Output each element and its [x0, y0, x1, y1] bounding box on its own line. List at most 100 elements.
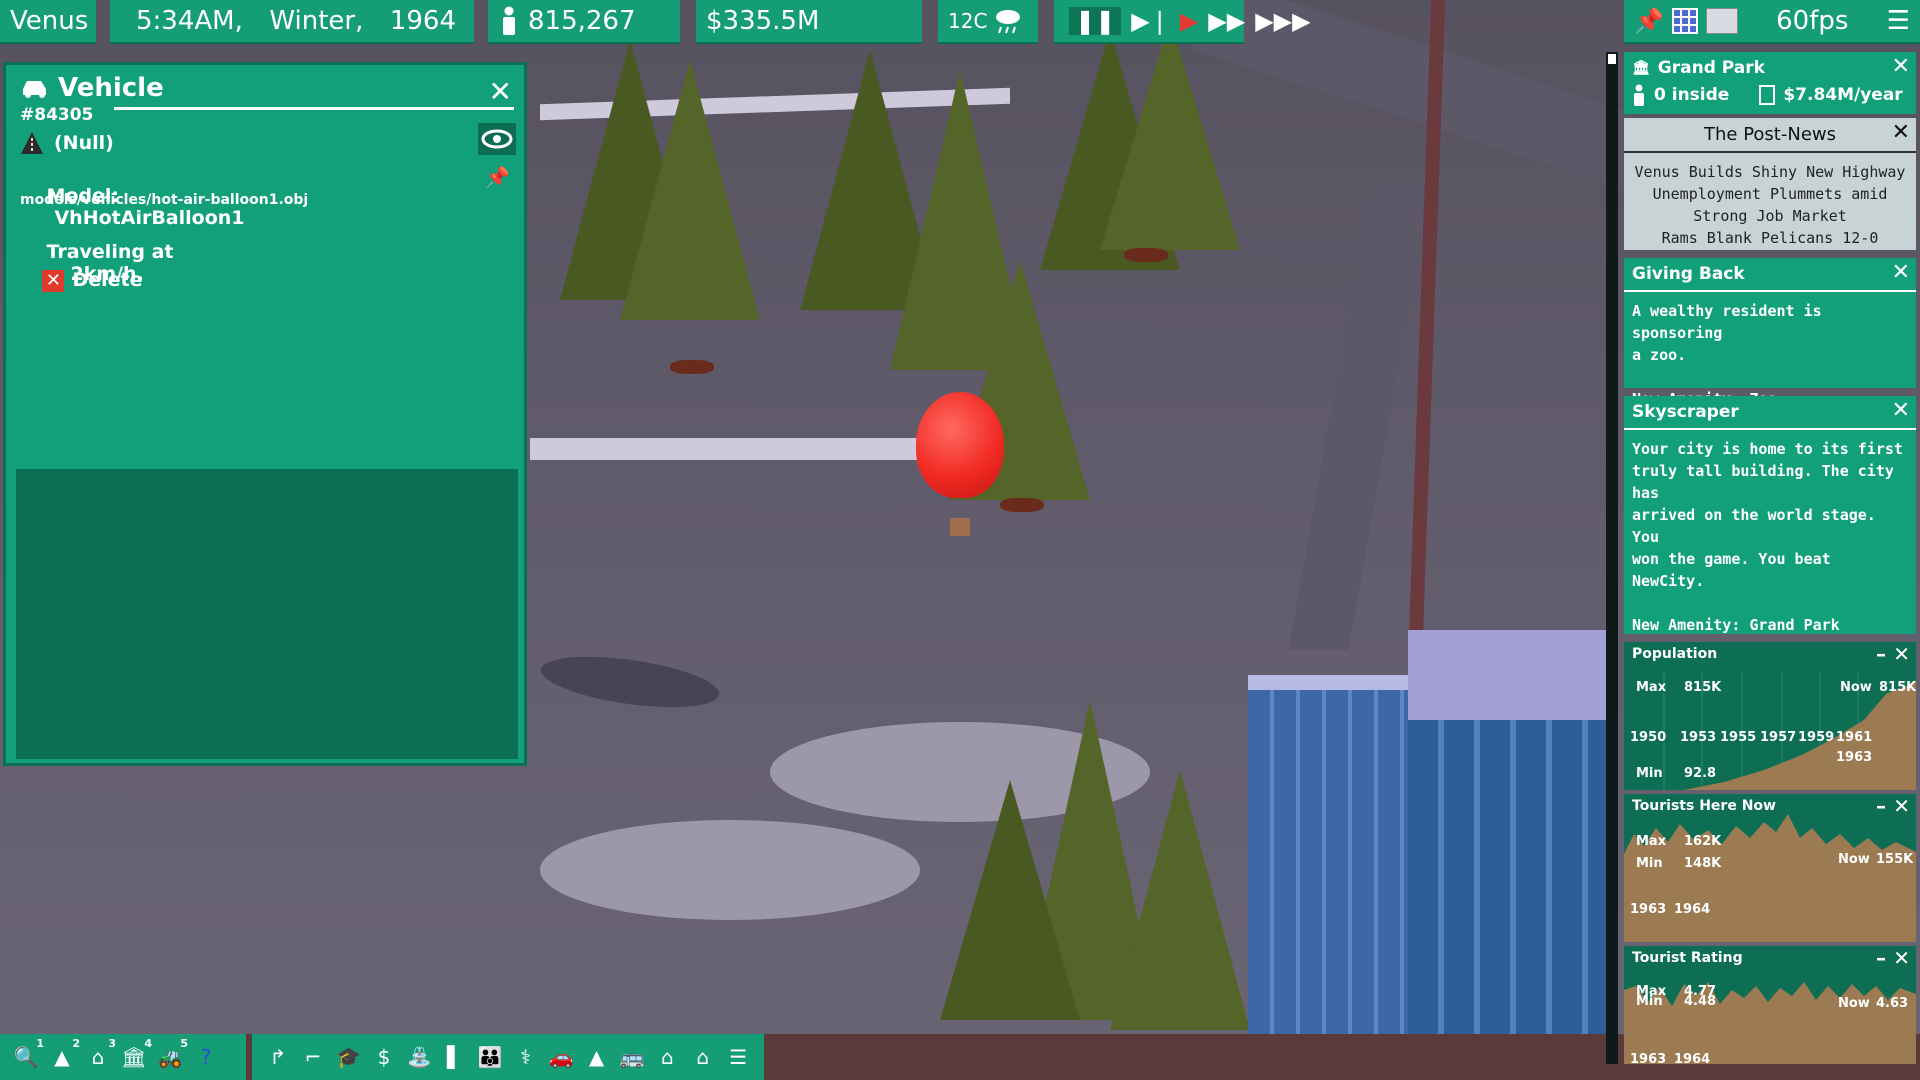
- population-min: 92.8: [1684, 766, 1717, 781]
- home-icon[interactable]: ⌂: [654, 1043, 681, 1071]
- plaza: [540, 820, 920, 920]
- health-icon[interactable]: ⚕: [512, 1043, 539, 1071]
- temperature-text: 12C: [948, 9, 988, 33]
- close-icon[interactable]: ✕: [1892, 54, 1910, 79]
- giving-back-panel: Giving Back ✕ A wealthy resident is spon…: [1624, 258, 1916, 408]
- government-icon[interactable]: 🏛 4: [120, 1037, 152, 1071]
- giving-back-header: Giving Back ✕: [1624, 258, 1916, 292]
- giving-back-title: Giving Back: [1632, 264, 1745, 284]
- traffic-icon[interactable]: ▲: [583, 1043, 610, 1071]
- fastest-icon[interactable]: ▶▶▶: [1255, 7, 1310, 35]
- search-icon[interactable]: 🔍 1: [12, 1037, 44, 1071]
- population-chart: [1624, 672, 1916, 790]
- population-box[interactable]: 815,267: [488, 0, 680, 44]
- time-text: 5:34AM,: [136, 6, 243, 36]
- menu-icon[interactable]: ☰: [1887, 6, 1910, 36]
- building[interactable]: [1248, 690, 1408, 1080]
- minimize-icon[interactable]: –: [1876, 946, 1886, 970]
- hot-air-balloon[interactable]: [916, 392, 1004, 498]
- phone-icon: [1759, 85, 1776, 105]
- balloon-basket: [950, 518, 970, 536]
- eye-button[interactable]: [478, 123, 516, 155]
- tree: [1110, 770, 1250, 1030]
- education-icon[interactable]: 🎓: [335, 1043, 362, 1071]
- delete-button[interactable]: ✕ Delete: [16, 247, 143, 314]
- monument-icon[interactable]: ▌: [441, 1043, 468, 1071]
- news-panel: The Post-News ✕ Venus Builds Shiny New H…: [1624, 118, 1916, 250]
- pause-icon[interactable]: ❚❚: [1069, 7, 1122, 35]
- house-icon[interactable]: ⌂ 3: [84, 1037, 116, 1071]
- tourist-rating-graph[interactable]: Tourist Rating – ✕ Max 4.77 Min 4.48 Now…: [1624, 946, 1916, 1064]
- weather-box[interactable]: 12C: [938, 0, 1038, 44]
- play-icon[interactable]: ▶: [1180, 7, 1198, 35]
- pin-icon[interactable]: 📌: [485, 165, 510, 189]
- rating-now-label: Now: [1838, 996, 1870, 1011]
- population-title: Population: [1632, 646, 1718, 662]
- garage-icon[interactable]: ⌂: [689, 1043, 716, 1071]
- close-icon[interactable]: ✕: [1892, 260, 1910, 285]
- list-icon[interactable]: ☰: [724, 1043, 751, 1071]
- skyscraper-building[interactable]: [1408, 720, 1608, 1080]
- tourists-max-label: Max: [1636, 834, 1667, 849]
- newspaper-icon[interactable]: [1705, 8, 1738, 34]
- help-icon[interactable]: ?: [192, 1043, 220, 1071]
- bus-icon[interactable]: 🚌: [618, 1043, 645, 1071]
- rating-min: 4.48: [1684, 994, 1717, 1009]
- year-text: 1964: [389, 6, 456, 36]
- car-icon[interactable]: 🚗: [547, 1043, 574, 1071]
- year-label: 1957: [1760, 730, 1797, 745]
- minimize-icon[interactable]: –: [1876, 642, 1886, 666]
- hotkey-number: 5: [180, 1037, 188, 1050]
- trunk: [1000, 498, 1044, 512]
- title-underline: [114, 107, 514, 110]
- close-icon[interactable]: ✕: [1892, 398, 1910, 423]
- close-icon[interactable]: ✕: [1893, 642, 1910, 666]
- close-icon[interactable]: ✕: [489, 75, 512, 108]
- population-min-label: Min: [1636, 766, 1663, 781]
- rating-now: 4.63: [1876, 996, 1909, 1011]
- tourists-graph[interactable]: Tourists Here Now – ✕ Max 162K Min 148K …: [1624, 794, 1916, 942]
- fps-text: 60fps: [1776, 6, 1849, 36]
- null-label: (Null): [54, 132, 114, 154]
- hotkey-number: 3: [108, 1037, 116, 1050]
- close-icon[interactable]: ✕: [1892, 120, 1910, 145]
- hotkey-number: 4: [144, 1037, 152, 1050]
- fast-forward-icon[interactable]: ▶▶: [1208, 7, 1245, 35]
- inside-count: 0 inside: [1654, 85, 1730, 105]
- eye-icon: [481, 129, 513, 149]
- grand-park-panel: 🏛 Grand Park ✕ 0 inside $7.84M/year: [1624, 52, 1916, 114]
- year-label: 1955: [1720, 730, 1757, 745]
- parks-icon[interactable]: ⛲: [406, 1043, 433, 1071]
- year-label: 1964: [1674, 1052, 1711, 1064]
- grid-icon[interactable]: [1671, 8, 1698, 34]
- bulldozer-icon[interactable]: 🚜 5: [156, 1037, 188, 1071]
- skyscraper-header: Skyscraper ✕: [1624, 396, 1916, 430]
- minimize-icon[interactable]: –: [1876, 794, 1886, 818]
- money-bag-icon[interactable]: $: [370, 1043, 397, 1071]
- population-graph[interactable]: Population – ✕ Max 815K Now 815K 1950 19…: [1624, 642, 1916, 790]
- step-forward-icon[interactable]: ▶❘: [1131, 7, 1170, 35]
- road-build-icon[interactable]: ↱: [264, 1043, 291, 1071]
- news-title-row: The Post-News ✕: [1624, 118, 1916, 153]
- vehicle-id: #84305: [20, 105, 94, 125]
- money-box[interactable]: $335.5M: [696, 0, 922, 44]
- vehicle-title: Vehicle: [58, 73, 164, 103]
- year-label: 1964: [1674, 902, 1711, 917]
- pin-icon[interactable]: 📌: [1634, 7, 1664, 35]
- right-hud: 📌 60fps ☰: [1624, 0, 1920, 44]
- transit-icon[interactable]: ⌐: [299, 1043, 326, 1071]
- rain-cloud-icon: [996, 10, 1021, 34]
- tree: [940, 780, 1080, 1020]
- trunk: [1124, 248, 1168, 262]
- close-icon[interactable]: ✕: [1893, 946, 1910, 970]
- hotkey-number: 2: [72, 1037, 80, 1050]
- close-icon[interactable]: ✕: [1893, 794, 1910, 818]
- scrollbar[interactable]: [1606, 52, 1618, 1064]
- population-now-label: Now: [1840, 680, 1872, 695]
- scrollbar-thumb[interactable]: [1608, 54, 1616, 64]
- people-icon[interactable]: 👪: [477, 1043, 504, 1071]
- road-icon[interactable]: ▲ 2: [48, 1037, 80, 1071]
- city-name-box[interactable]: Venus: [0, 0, 96, 44]
- toolbar-right: ↱ ⌐ 🎓 $ ⛲ ▌ 👪 ⚕ 🚗 ▲ 🚌 ⌂ ⌂ ☰: [252, 1034, 764, 1080]
- person-icon: [503, 6, 515, 35]
